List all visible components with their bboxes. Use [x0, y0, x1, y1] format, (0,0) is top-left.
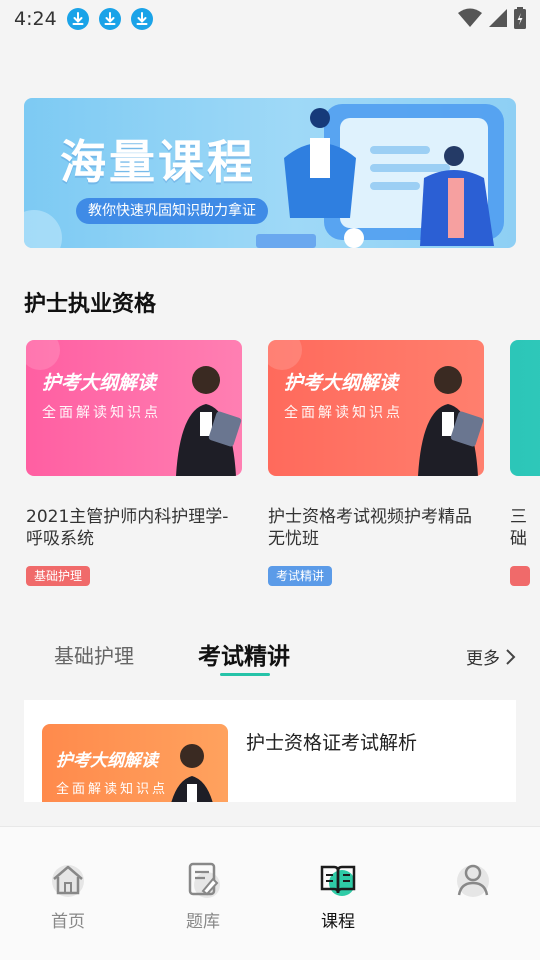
list-item-title: 护士资格证考试解析 — [246, 732, 418, 754]
course-tag — [510, 566, 530, 586]
course-thumbnail: 护考大纲解读 全面解读知识点 — [26, 340, 242, 476]
nav-question-bank[interactable]: 题库 — [163, 859, 243, 932]
course-list: 护考大纲解读 全面解读知识点 护士资格证考试解析 — [24, 700, 516, 802]
thumbnail-title: 护考大纲解读 — [56, 751, 158, 771]
banner-subtitle: 教你快速巩固知识助力拿证 — [76, 198, 268, 224]
course-thumbnail — [510, 340, 540, 476]
banner-title: 海量课程 — [60, 135, 256, 189]
course-card[interactable]: 护考大纲解读 全面解读知识点 2021主管护师内科护理学-呼吸系统 基础护理 — [26, 340, 244, 586]
course-card[interactable]: 三础 — [510, 340, 540, 590]
status-bar: 4:24 — [0, 0, 540, 38]
nav-label: 首页 — [51, 912, 85, 932]
home-icon — [52, 865, 84, 897]
thumbnail-subtitle: 全面解读知识点 — [284, 405, 403, 421]
list-item[interactable]: 护考大纲解读 全面解读知识点 护士资格证考试解析 — [24, 700, 516, 802]
download-icon — [98, 8, 121, 30]
book-icon — [320, 865, 356, 896]
download-icon — [66, 8, 89, 30]
course-thumbnail: 护考大纲解读 全面解读知识点 — [42, 724, 228, 802]
course-tag: 考试精讲 — [268, 566, 333, 586]
thumbnail-title: 护考大纲解读 — [284, 372, 399, 394]
more-label: 更多 — [466, 649, 500, 669]
course-title: 三础 — [510, 507, 527, 549]
thumbnail-title: 护考大纲解读 — [42, 372, 157, 394]
battery-icon — [514, 7, 526, 33]
course-tag: 基础护理 — [26, 566, 91, 586]
nav-home[interactable]: 首页 — [28, 859, 108, 932]
category-tabs: 基础护理 考试精讲 更多 — [24, 630, 516, 680]
course-title: 护士资格考试视频护考精品无忧班 — [268, 507, 472, 549]
tab-exam-lectures[interactable]: 考试精讲 — [198, 637, 290, 671]
course-title: 2021主管护师内科护理学-呼吸系统 — [26, 507, 229, 549]
nav-label: 课程 — [321, 912, 355, 932]
thumbnail-subtitle: 全面解读知识点 — [42, 405, 161, 421]
section-title: 护士执业资格 — [24, 292, 157, 317]
course-carousel[interactable]: 护考大纲解读 全面解读知识点 2021主管护师内科护理学-呼吸系统 基础护理 护… — [24, 340, 540, 590]
active-tab-indicator — [220, 673, 270, 676]
nav-courses[interactable]: 课程 — [298, 859, 378, 932]
cellular-icon — [488, 8, 508, 32]
status-time: 4:24 — [14, 8, 57, 30]
more-link[interactable]: 更多 — [466, 644, 516, 669]
course-card[interactable]: 护考大纲解读 全面解读知识点 护士资格考试视频护考精品无忧班 考试精讲 — [268, 340, 486, 586]
wifi-icon — [458, 8, 482, 32]
chevron-right-icon — [506, 648, 516, 665]
course-thumbnail: 护考大纲解读 全面解读知识点 — [268, 340, 484, 476]
nav-label: 题库 — [186, 912, 220, 932]
profile-icon — [457, 864, 489, 897]
download-icon — [130, 8, 153, 30]
promo-banner[interactable]: 海量课程 教你快速巩固知识助力拿证 — [24, 98, 516, 248]
tab-basic-nursing[interactable]: 基础护理 — [54, 640, 134, 669]
nav-profile[interactable] — [433, 859, 513, 899]
question-bank-icon — [188, 862, 220, 898]
bottom-navigation: 首页 题库 课程 — [0, 826, 540, 960]
thumbnail-subtitle: 全面解读知识点 — [56, 782, 169, 797]
